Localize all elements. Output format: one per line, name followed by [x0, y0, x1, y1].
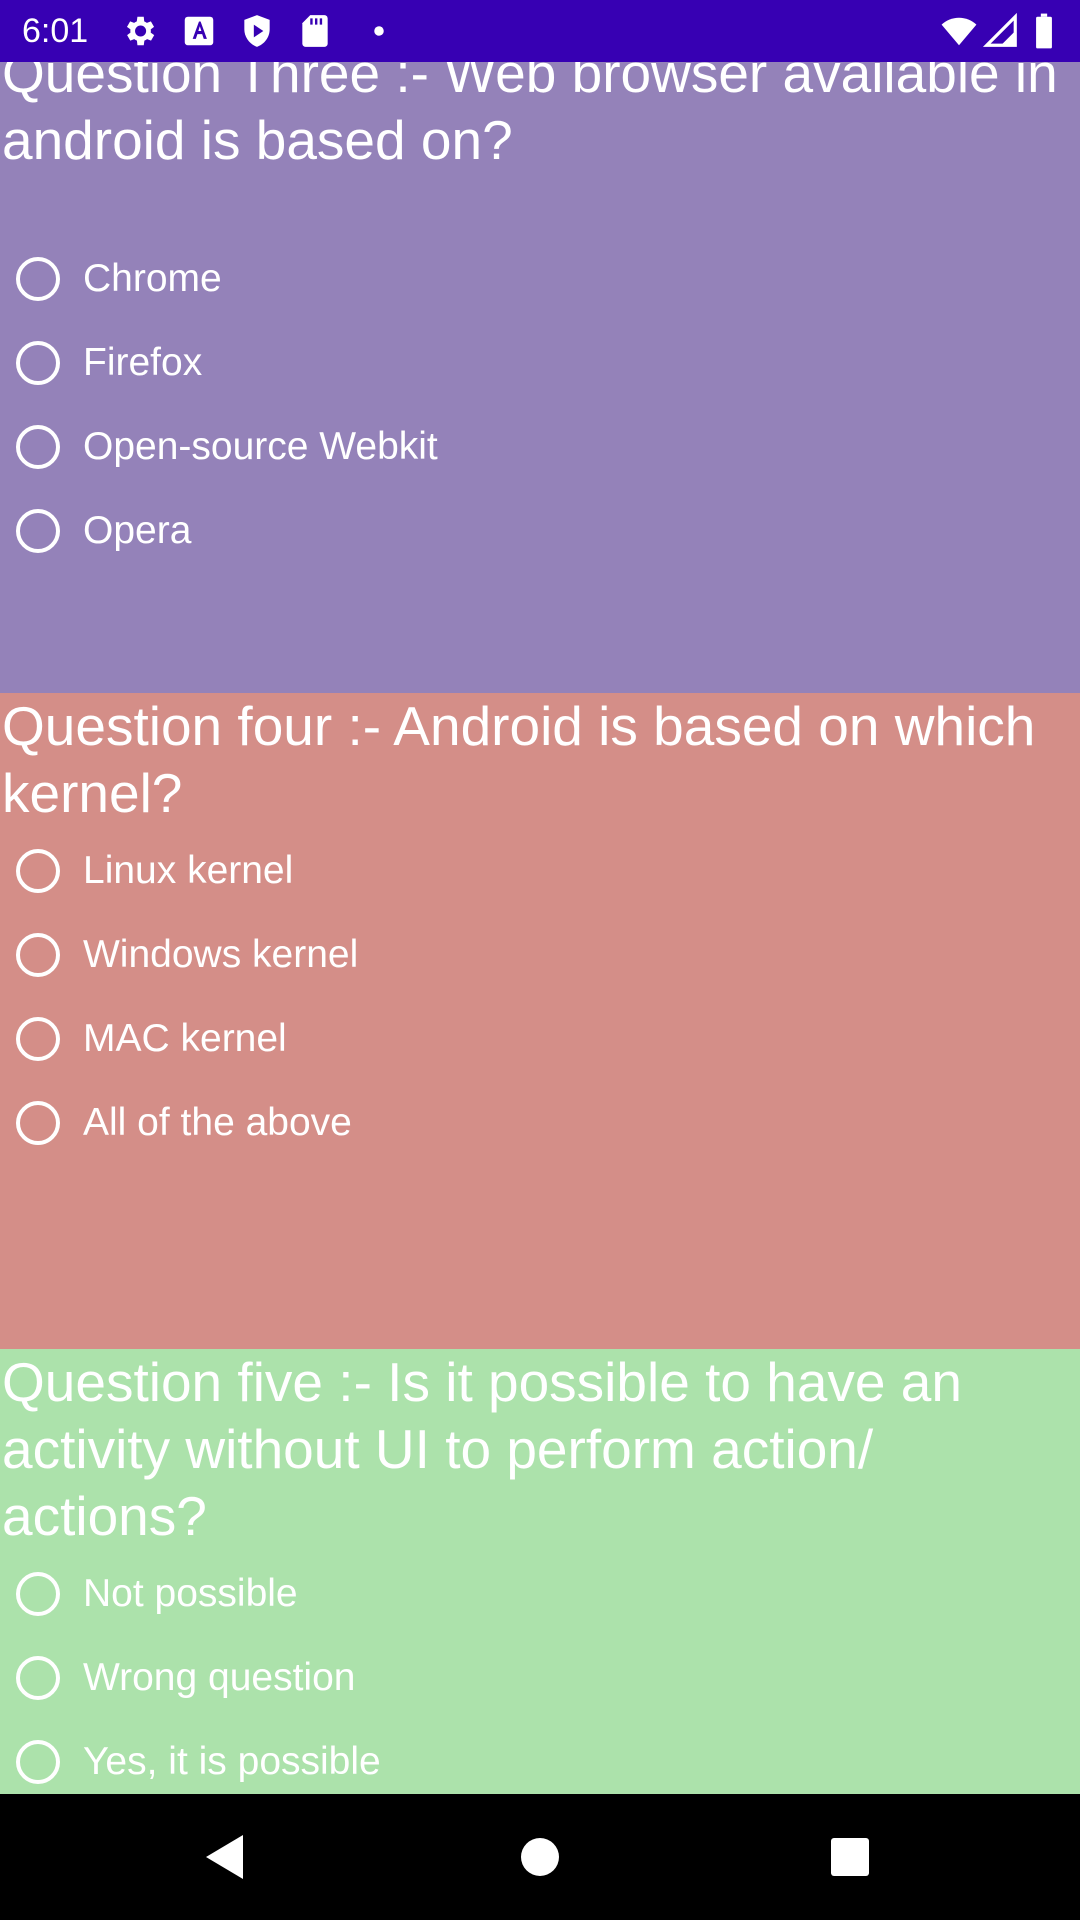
option-label: Not possible: [83, 1572, 298, 1615]
option-all-of-the-above[interactable]: All of the above: [0, 1081, 1080, 1165]
radio-button[interactable]: [16, 509, 60, 553]
option-label: Open-source Webkit: [83, 425, 438, 468]
option-windows-kernel[interactable]: Windows kernel: [0, 913, 1080, 997]
quiz-screen: 6:01 Question Three:- Web browser avail…: [0, 0, 1080, 1920]
wifi-icon: [940, 12, 978, 55]
radio-button[interactable]: [16, 849, 60, 893]
question-five-options: Not possible Wrong question Yes, it is p…: [0, 1552, 1080, 1794]
navigation-bar: [0, 1794, 1080, 1920]
option-yes-it-is-possible[interactable]: Yes, it is possible: [0, 1720, 1080, 1794]
recents-icon: [831, 1838, 869, 1876]
option-label: MAC kernel: [83, 1017, 287, 1060]
notification-dot-icon: [360, 12, 398, 55]
option-chrome[interactable]: Chrome: [0, 237, 1080, 321]
option-label: Wrong question: [83, 1656, 356, 1699]
option-label: Yes, it is possible: [83, 1740, 381, 1783]
question-four-options: Linux kernel Windows kernel MAC kernel A…: [0, 829, 1080, 1165]
option-label: Windows kernel: [83, 933, 359, 976]
radio-button[interactable]: [16, 1572, 60, 1616]
radio-button[interactable]: [16, 425, 60, 469]
back-button[interactable]: [162, 1794, 288, 1920]
recents-button[interactable]: [787, 1794, 913, 1920]
battery-icon: [1032, 12, 1056, 55]
option-label: Chrome: [83, 257, 222, 300]
question-five-text: Question five :- Is it possible to have …: [2, 1351, 962, 1547]
option-label: Firefox: [83, 341, 203, 384]
option-label: All of the above: [83, 1101, 352, 1144]
quiz-content[interactable]: Question Three :- Web browser available …: [0, 62, 1080, 1794]
settings-icon: [120, 12, 158, 55]
question-card-three: Question Three :- Web browser available …: [0, 62, 1080, 729]
option-wrong-question[interactable]: Wrong question: [0, 1636, 1080, 1720]
sd-card-icon: [296, 12, 334, 55]
option-linux-kernel[interactable]: Linux kernel: [0, 829, 1080, 913]
question-four-text: Question four :- Android is based on whi…: [2, 695, 1036, 824]
radio-button[interactable]: [16, 341, 60, 385]
radio-button[interactable]: [16, 257, 60, 301]
question-card-four: Question four :- Android is based on whi…: [0, 693, 1080, 1384]
status-time: 6:01: [22, 12, 89, 50]
status-bar: 6:01: [0, 0, 1080, 62]
home-icon: [521, 1838, 559, 1876]
back-icon: [206, 1835, 243, 1879]
option-label: Opera: [83, 509, 192, 552]
radio-button[interactable]: [16, 1101, 60, 1145]
radio-button[interactable]: [16, 933, 60, 977]
status-icons-right: [940, 12, 1060, 50]
option-firefox[interactable]: Firefox: [0, 321, 1080, 405]
radio-button[interactable]: [16, 1740, 60, 1784]
radio-button[interactable]: [16, 1017, 60, 1061]
question-three-options: Chrome Firefox Open-source Webkit Opera: [0, 237, 1080, 573]
question-three-text: Question Three :- Web browser available …: [2, 62, 1058, 171]
option-not-possible[interactable]: Not possible: [0, 1552, 1080, 1636]
option-mac-kernel[interactable]: MAC kernel: [0, 997, 1080, 1081]
cellular-signal-icon: [982, 12, 1020, 55]
option-label: Linux kernel: [83, 849, 294, 892]
radio-button[interactable]: [16, 1656, 60, 1700]
home-button[interactable]: [477, 1794, 603, 1920]
question-card-five: Question five :- Is it possible to have …: [0, 1349, 1080, 1794]
shield-play-icon: [238, 12, 276, 55]
option-opera[interactable]: Opera: [0, 489, 1080, 573]
font-icon: [180, 12, 218, 55]
option-open-source-webkit[interactable]: Open-source Webkit: [0, 405, 1080, 489]
